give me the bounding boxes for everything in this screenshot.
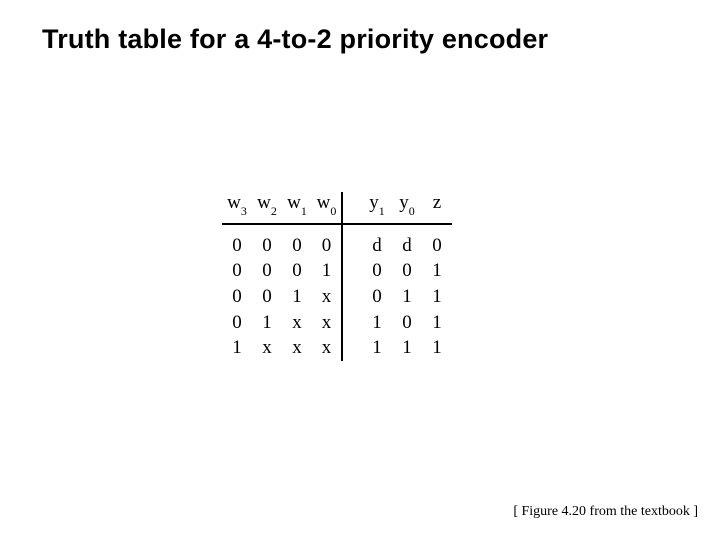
cell: 0 [252, 258, 282, 284]
cell: x [282, 335, 312, 361]
cell: 0 [392, 258, 422, 284]
col-header-w3: w3 [222, 192, 252, 224]
cell: 0 [312, 224, 342, 259]
cell: 1 [392, 335, 422, 361]
cell: d [392, 224, 422, 259]
cell: 0 [362, 284, 392, 310]
cell: 1 [422, 284, 452, 310]
cell: x [282, 310, 312, 336]
cell: 1 [392, 284, 422, 310]
cell: 1 [282, 284, 312, 310]
cell: d [362, 224, 392, 259]
cell: 0 [222, 224, 252, 259]
cell: x [312, 284, 342, 310]
col-header-z: z [422, 192, 452, 224]
col-header-w0: w0 [312, 192, 342, 224]
cell: 1 [422, 310, 452, 336]
table-row: 0 0 1 x 0 1 1 [222, 284, 452, 310]
figure-citation: [ Figure 4.20 from the textbook ] [513, 504, 698, 520]
col-header-w2: w2 [252, 192, 282, 224]
col-header-w1: w1 [282, 192, 312, 224]
col-header-y1: y1 [362, 192, 392, 224]
cell: x [312, 335, 342, 361]
column-divider [342, 284, 362, 310]
cell: x [312, 310, 342, 336]
cell: 0 [362, 258, 392, 284]
cell: 1 [252, 310, 282, 336]
column-divider [342, 258, 362, 284]
cell: 1 [362, 310, 392, 336]
column-divider [342, 310, 362, 336]
table-row: 1 x x x 1 1 1 [222, 335, 452, 361]
cell: 0 [252, 284, 282, 310]
column-divider [342, 335, 362, 361]
cell: 0 [422, 224, 452, 259]
truth-table: w3 w2 w1 w0 y1 y0 z [222, 192, 452, 361]
column-divider [342, 224, 362, 259]
table-row: 0 0 0 1 0 0 1 [222, 258, 452, 284]
table-row: 0 0 0 0 d d 0 [222, 224, 452, 259]
col-header-y0: y0 [392, 192, 422, 224]
page-title: Truth table for a 4-to-2 priority encode… [0, 0, 720, 55]
cell: 1 [362, 335, 392, 361]
cell: 0 [282, 224, 312, 259]
cell: 1 [312, 258, 342, 284]
cell: 0 [392, 310, 422, 336]
table-header-row: w3 w2 w1 w0 y1 y0 z [222, 192, 452, 224]
column-divider [342, 192, 362, 224]
cell: 0 [282, 258, 312, 284]
cell: 0 [222, 310, 252, 336]
table-row: 0 1 x x 1 0 1 [222, 310, 452, 336]
cell: 0 [222, 258, 252, 284]
cell: 1 [222, 335, 252, 361]
table-body: 0 0 0 0 d d 0 0 0 0 1 0 0 1 0 0 [222, 224, 452, 361]
cell: x [252, 335, 282, 361]
cell: 0 [222, 284, 252, 310]
cell: 0 [252, 224, 282, 259]
cell: 1 [422, 335, 452, 361]
cell: 1 [422, 258, 452, 284]
